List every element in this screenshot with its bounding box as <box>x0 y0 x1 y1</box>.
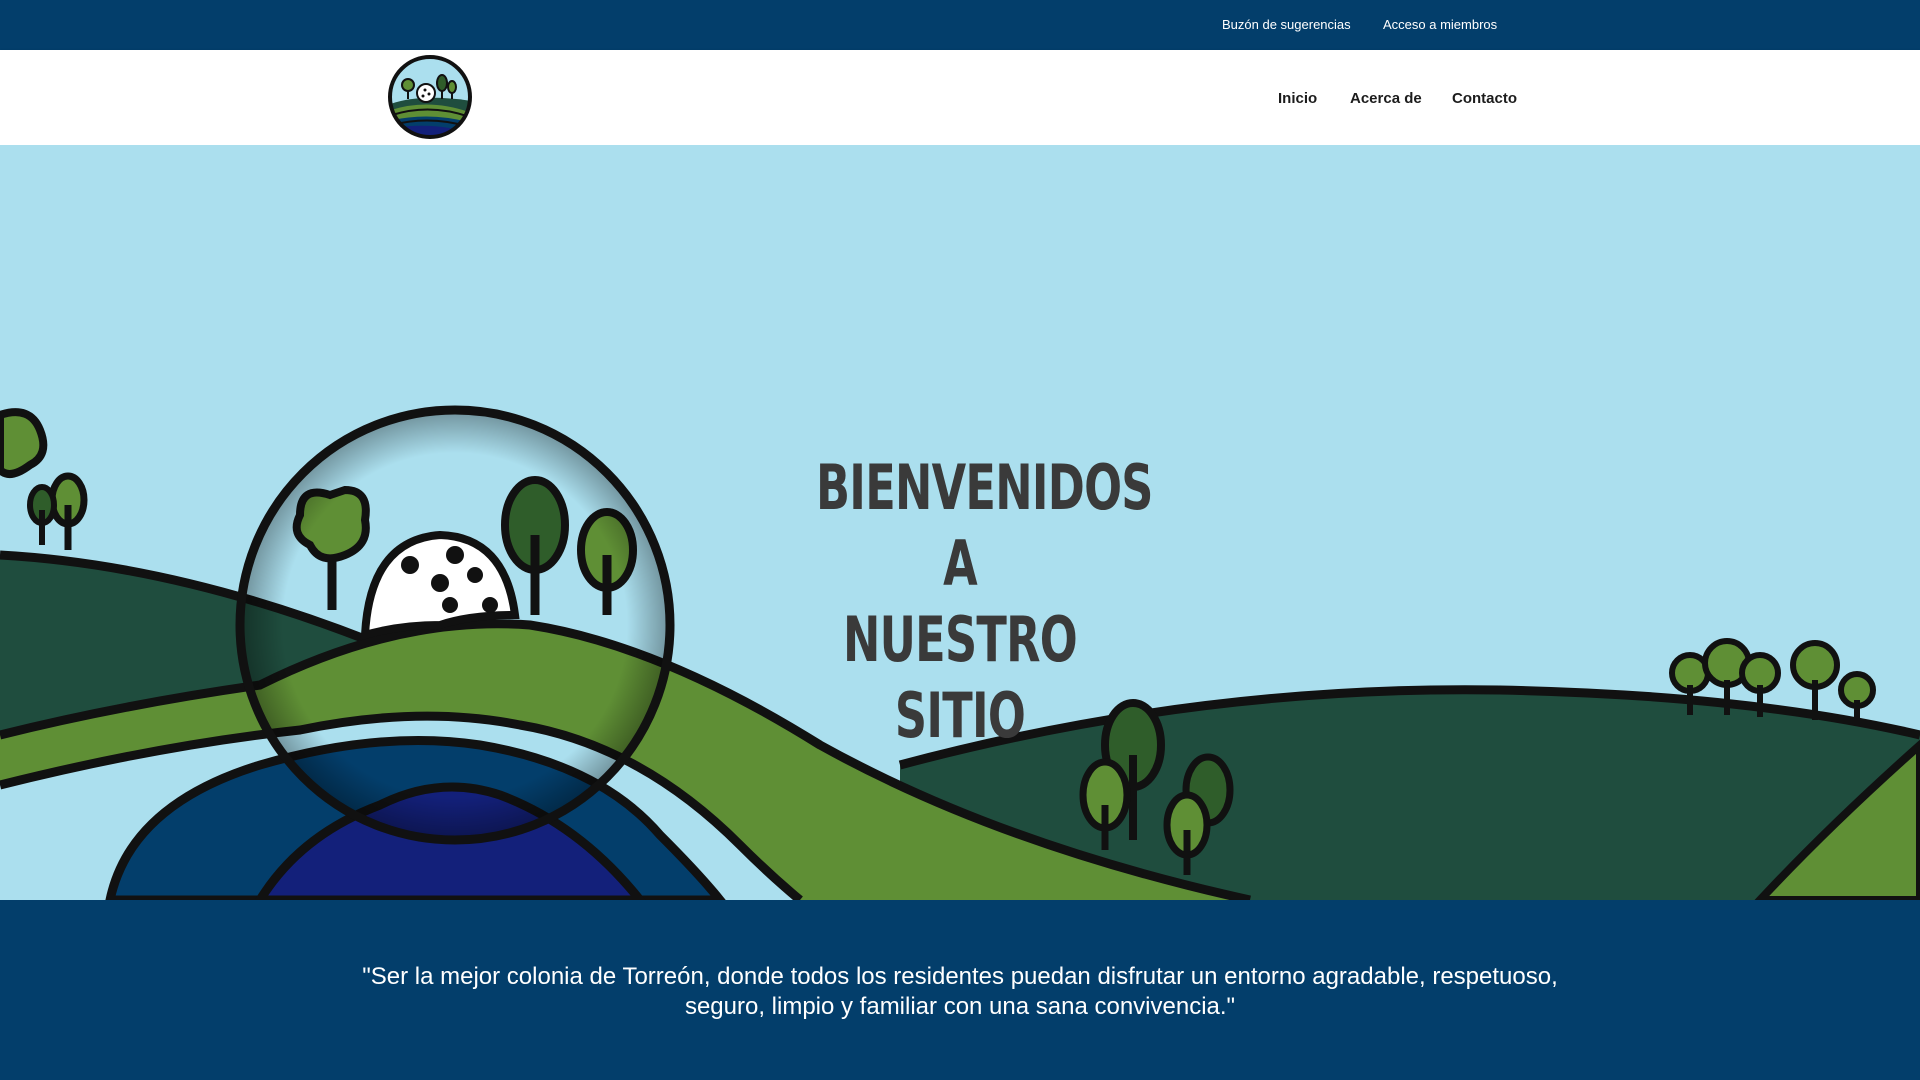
mission-section: "Ser la mejor colonia de Torreón, donde … <box>0 900 1920 1080</box>
site-logo[interactable] <box>388 55 472 139</box>
nav-home[interactable]: Inicio <box>1278 90 1317 107</box>
suggestions-link[interactable]: Buzón de sugerencias <box>1222 17 1351 32</box>
hero-banner: BIENVENIDOS A NUESTRO SITIO <box>0 145 1920 900</box>
main-header: Inicio Acerca de Contacto <box>0 50 1920 145</box>
mission-statement: "Ser la mejor colonia de Torreón, donde … <box>362 963 1558 1020</box>
hero-title: BIENVENIDOS A NUESTRO SITIO <box>816 450 1153 754</box>
hero-title-line2: NUESTRO SITIO <box>843 603 1078 752</box>
top-utility-bar: Buzón de sugerencias Acceso a miembros <box>0 0 1920 50</box>
hero-title-line1: BIENVENIDOS A <box>816 451 1153 600</box>
nav-about[interactable]: Acerca de <box>1350 90 1422 107</box>
members-access-link[interactable]: Acceso a miembros <box>1383 17 1497 32</box>
nav-contact[interactable]: Contacto <box>1452 90 1517 107</box>
